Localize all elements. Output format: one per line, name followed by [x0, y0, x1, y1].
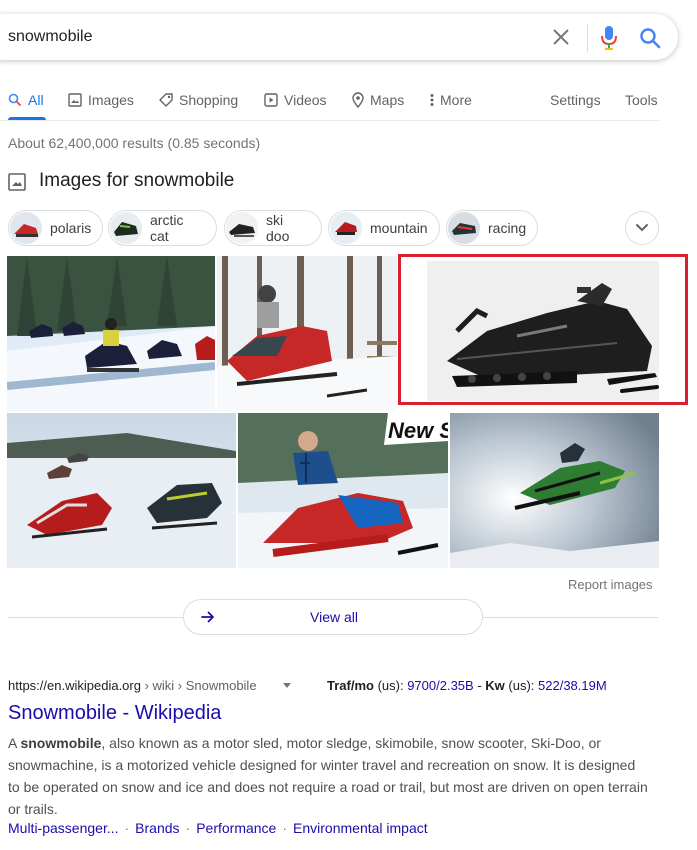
nav-divider	[0, 120, 660, 121]
play-icon	[264, 93, 278, 107]
keywords-region: (us):	[504, 678, 539, 693]
tools-link[interactable]: Tools	[625, 90, 658, 110]
snippet-text: , also known as a motor sled, motor sled…	[8, 735, 648, 817]
chip-label: racing	[488, 220, 527, 236]
image-icon	[8, 173, 26, 191]
sitelink-brands[interactable]: Brands	[135, 820, 179, 836]
map-pin-icon	[352, 92, 364, 108]
chevron-down-icon	[636, 224, 648, 232]
url-breadcrumb: › wiki › Snowmobile	[140, 678, 257, 693]
tab-label: Images	[88, 92, 134, 108]
traffic-value: 9700/2.35B	[407, 678, 474, 693]
highlight-box	[398, 254, 688, 405]
image-result-2[interactable]	[217, 256, 397, 411]
chip-thumbnail	[10, 212, 42, 244]
keywords-value: 522/38.19M	[538, 678, 607, 693]
image-result-4[interactable]	[7, 413, 236, 568]
result-snippet: A snowmobile, also known as a motor sled…	[8, 732, 648, 820]
chip-mountain[interactable]: mountain	[328, 210, 440, 246]
chip-arctic-cat[interactable]: arctic cat	[108, 210, 217, 246]
settings-label: Settings	[550, 92, 601, 108]
microphone-icon[interactable]	[600, 25, 618, 51]
image-result-5[interactable]: New S	[238, 413, 448, 568]
more-vert-icon	[430, 94, 434, 106]
result-stats: About 62,400,000 results (0.85 seconds)	[8, 135, 261, 151]
chip-label: mountain	[370, 220, 428, 236]
tab-videos[interactable]: Videos	[264, 90, 327, 110]
chip-polaris[interactable]: polaris	[8, 210, 103, 246]
chip-thumbnail	[110, 212, 142, 244]
sitelink-separator: ·	[185, 820, 191, 836]
url-base: https://en.wikipedia.org	[8, 678, 141, 693]
settings-link[interactable]: Settings	[550, 90, 601, 110]
chip-label: ski doo	[266, 212, 290, 244]
tab-label: All	[28, 92, 44, 108]
view-all-label: View all	[310, 609, 358, 625]
search-icon[interactable]	[638, 26, 662, 50]
tag-icon	[159, 93, 173, 107]
chip-thumbnail	[448, 212, 480, 244]
sitelink-separator: ·	[282, 820, 288, 836]
image-result-1[interactable]	[7, 256, 215, 411]
tab-label: Shopping	[179, 92, 239, 108]
tab-label: More	[440, 92, 472, 108]
traffic-region: (us):	[373, 678, 408, 693]
result-url[interactable]: https://en.wikipedia.org › wiki › Snowmo…	[8, 678, 257, 693]
images-heading: Images for snowmobile	[39, 170, 235, 191]
chip-thumbnail	[226, 212, 258, 244]
overlay-text: New S	[388, 418, 448, 443]
snippet-keyword: snowmobile	[20, 735, 102, 751]
chip-label: polaris	[50, 220, 92, 236]
tab-all[interactable]: All	[8, 90, 44, 110]
search-divider	[587, 24, 588, 52]
image-result-6[interactable]	[450, 413, 659, 568]
tab-shopping[interactable]: Shopping	[159, 90, 238, 110]
seo-separator: -	[473, 678, 486, 693]
tab-more[interactable]: More	[430, 90, 472, 110]
arrow-right-icon	[201, 611, 214, 623]
caret-down-icon[interactable]	[283, 683, 291, 688]
search-icon	[8, 93, 22, 107]
sitelink-separator: ·	[124, 820, 130, 836]
traffic-label: Traf/mo	[327, 678, 374, 693]
chips-next-button[interactable]	[625, 211, 659, 245]
sitelinks: Multi-passenger... · Brands · Performanc…	[8, 820, 428, 836]
sitelink-performance[interactable]: Performance	[196, 820, 276, 836]
chip-label: arctic cat	[150, 212, 184, 244]
snippet-prefix: A	[8, 735, 21, 751]
sitelink-environmental-impact[interactable]: Environmental impact	[293, 820, 428, 836]
tab-label: Maps	[370, 92, 405, 108]
tools-label: Tools	[625, 92, 658, 108]
report-images-link[interactable]: Report images	[568, 577, 653, 592]
keywords-label: Kw	[485, 678, 505, 693]
tab-maps[interactable]: Maps	[352, 90, 404, 110]
result-title-link[interactable]: Snowmobile - Wikipedia	[8, 702, 221, 725]
view-all-button[interactable]: View all	[183, 599, 483, 635]
chip-thumbnail	[330, 212, 362, 244]
search-bar[interactable]	[0, 14, 678, 60]
chip-racing[interactable]: racing	[446, 210, 538, 246]
search-input[interactable]: snowmobile	[8, 28, 92, 46]
tab-label: Videos	[284, 92, 327, 108]
image-icon	[68, 93, 82, 107]
seo-metrics: Traf/mo (us): 9700/2.35B - Kw (us): 522/…	[327, 678, 607, 693]
sitelink-multi-passenger[interactable]: Multi-passenger...	[8, 820, 119, 836]
tab-images[interactable]: Images	[68, 90, 134, 110]
chip-ski-doo[interactable]: ski doo	[224, 210, 322, 246]
clear-icon[interactable]	[550, 26, 572, 48]
